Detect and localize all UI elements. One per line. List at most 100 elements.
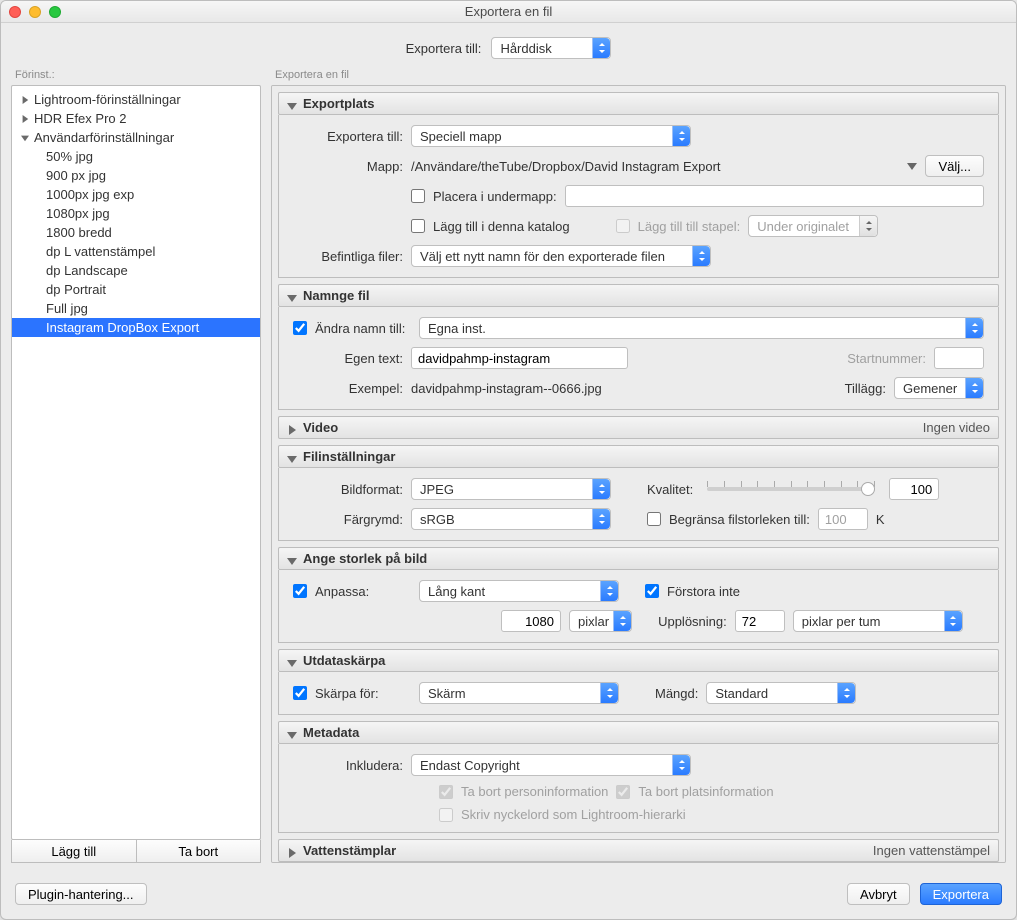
addcatalog-checkbox[interactable] <box>411 219 425 233</box>
custom-text-label: Egen text: <box>293 351 403 366</box>
chevron-updown-icon <box>692 246 710 266</box>
chevron-right-icon <box>20 114 30 124</box>
limitsize-label: Begränsa filstorleken till: <box>669 512 810 527</box>
custom-text-input[interactable] <box>411 347 628 369</box>
section-metadata-header[interactable]: Metadata <box>278 721 999 744</box>
preset-group-label: Lightroom-förinställningar <box>34 92 181 107</box>
maximize-icon[interactable] <box>49 6 61 18</box>
example-value: davidpahmp-instagram--0666.jpg <box>411 381 602 396</box>
preset-group[interactable]: Lightroom-förinställningar <box>12 90 260 109</box>
subfolder-input[interactable] <box>565 185 984 207</box>
keywords-label: Skriv nyckelord som Lightroom-hierarki <box>461 807 686 822</box>
chevron-updown-icon <box>672 126 690 146</box>
chevron-down-icon <box>287 291 297 301</box>
export-to-select[interactable]: Hårddisk <box>491 37 611 59</box>
remove-location-label: Ta bort platsinformation <box>638 784 773 799</box>
chevron-updown-icon <box>944 611 962 631</box>
chevron-updown-icon <box>592 509 610 529</box>
preset-item[interactable]: Full jpg <box>12 299 260 318</box>
preset-item[interactable]: dp Landscape <box>12 261 260 280</box>
resolution-unit-select[interactable]: pixlar per tum <box>793 610 963 632</box>
exportplats-to-select[interactable]: Speciell mapp <box>411 125 691 147</box>
extension-label: Tillägg: <box>845 381 886 396</box>
existing-files-select[interactable]: Välj ett nytt namn för den exporterade f… <box>411 245 711 267</box>
preset-item[interactable]: 1000px jpg exp <box>12 185 260 204</box>
fit-label: Anpassa: <box>315 584 411 599</box>
folder-label: Mapp: <box>293 159 403 174</box>
rename-select[interactable]: Egna inst. <box>419 317 984 339</box>
chevron-updown-icon <box>672 755 690 775</box>
colorspace-select[interactable]: sRGB <box>411 508 611 530</box>
existing-label: Befintliga filer: <box>293 249 403 264</box>
quality-slider[interactable] <box>701 487 881 491</box>
format-select[interactable]: JPEG <box>411 478 611 500</box>
section-video-header[interactable]: Video Ingen video <box>278 416 999 439</box>
chevron-updown-icon <box>592 38 610 58</box>
resolution-input[interactable] <box>735 610 785 632</box>
sharpen-checkbox[interactable] <box>293 686 307 700</box>
noenlarge-checkbox[interactable] <box>645 584 659 598</box>
close-icon[interactable] <box>9 6 21 18</box>
preset-item[interactable]: dp L vattenstämpel <box>12 242 260 261</box>
choose-folder-button[interactable]: Välj... <box>925 155 984 177</box>
rename-label: Ändra namn till: <box>315 321 411 336</box>
chevron-updown-icon <box>859 216 877 236</box>
folder-path: /Användare/theTube/Dropbox/David Instagr… <box>411 159 899 174</box>
section-filesettings-header[interactable]: Filinställningar <box>278 445 999 468</box>
quality-label: Kvalitet: <box>647 482 693 497</box>
preset-item[interactable]: 1800 bredd <box>12 223 260 242</box>
section-watermark-header[interactable]: Vattenstämplar Ingen vattenstämpel <box>278 839 999 862</box>
limitsize-unit: K <box>876 512 885 527</box>
remove-preset-button[interactable]: Ta bort <box>137 840 261 862</box>
preset-item[interactable]: 900 px jpg <box>12 166 260 185</box>
preset-group-label: Användarförinställningar <box>34 130 174 145</box>
export-dialog: Exportera en fil Exportera till: Hårddis… <box>0 0 1017 920</box>
quality-input[interactable] <box>889 478 939 500</box>
cancel-button[interactable]: Avbryt <box>847 883 910 905</box>
chevron-updown-icon <box>965 318 983 338</box>
section-resize-header[interactable]: Ange storlek på bild <box>278 547 999 570</box>
preset-item[interactable]: Instagram DropBox Export <box>12 318 260 337</box>
include-label: Inkludera: <box>293 758 403 773</box>
presets-tree[interactable]: Lightroom-förinställningar HDR Efex Pro 2… <box>11 85 261 840</box>
dimension-unit-select[interactable]: pixlar <box>569 610 632 632</box>
resolution-label: Upplösning: <box>658 614 727 629</box>
remove-person-label: Ta bort personinformation <box>461 784 608 799</box>
extension-select[interactable]: Gemener <box>894 377 984 399</box>
limitsize-checkbox[interactable] <box>647 512 661 526</box>
section-naming-header[interactable]: Namnge fil <box>278 284 999 307</box>
section-exportplats-header[interactable]: Exportplats <box>278 92 999 115</box>
sharpen-select[interactable]: Skärm <box>419 682 619 704</box>
include-select[interactable]: Endast Copyright <box>411 754 691 776</box>
add-preset-button[interactable]: Lägg till <box>12 840 137 862</box>
export-button[interactable]: Exportera <box>920 883 1002 905</box>
chevron-down-icon <box>287 656 297 666</box>
section-sharpen-header[interactable]: Utdataskärpa <box>278 649 999 672</box>
preset-item[interactable]: 50% jpg <box>12 147 260 166</box>
preset-group[interactable]: Användarförinställningar <box>12 128 260 147</box>
stack-select: Under originalet <box>748 215 878 237</box>
addstack-label: Lägg till till stapel: <box>638 219 741 234</box>
colorspace-label: Färgrymd: <box>293 512 403 527</box>
video-summary: Ingen video <box>923 420 990 435</box>
preset-item[interactable]: 1080px jpg <box>12 204 260 223</box>
preset-group[interactable]: HDR Efex Pro 2 <box>12 109 260 128</box>
fit-select[interactable]: Lång kant <box>419 580 619 602</box>
amount-select[interactable]: Standard <box>706 682 856 704</box>
addstack-checkbox <box>616 219 630 233</box>
chevron-right-icon <box>20 95 30 105</box>
chevron-right-icon <box>287 846 297 856</box>
chevron-down-icon[interactable] <box>907 159 917 174</box>
fit-checkbox[interactable] <box>293 584 307 598</box>
preset-item[interactable]: dp Portrait <box>12 280 260 299</box>
presets-header: Förinst.: <box>11 69 261 85</box>
minimize-icon[interactable] <box>29 6 41 18</box>
chevron-updown-icon <box>837 683 855 703</box>
rename-checkbox[interactable] <box>293 321 307 335</box>
keywords-checkbox <box>439 808 453 822</box>
plugin-manager-button[interactable]: Plugin-hantering... <box>15 883 147 905</box>
subfolder-checkbox[interactable] <box>411 189 425 203</box>
chevron-down-icon <box>287 554 297 564</box>
watermark-summary: Ingen vattenstämpel <box>873 843 990 858</box>
dimension-input[interactable] <box>501 610 561 632</box>
